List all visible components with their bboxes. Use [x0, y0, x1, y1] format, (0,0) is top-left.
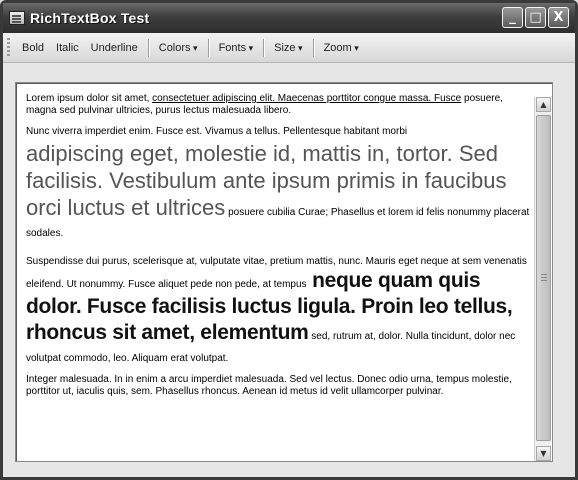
rich-text-content[interactable]: Lorem ipsum dolor sit amet, consectetuer…	[26, 93, 531, 457]
toolbar: Bold Italic Underline Colors Fonts Size …	[3, 33, 575, 63]
close-button[interactable]: X	[548, 7, 569, 28]
rich-text-box[interactable]: Lorem ipsum dolor sit amet, consectetuer…	[15, 82, 553, 462]
p1-text: Lorem ipsum dolor sit amet,	[26, 93, 153, 104]
toolbar-separator	[207, 38, 209, 57]
toolbar-grip[interactable]	[7, 37, 10, 58]
p2-small-intro: Nunc viverra imperdiet enim. Fusce est. …	[26, 126, 408, 137]
vertical-scrollbar[interactable]: ▲ ▼	[534, 97, 551, 461]
window-title: RichTextBox Test	[30, 10, 150, 26]
colors-dropdown[interactable]: Colors	[153, 42, 204, 54]
fonts-dropdown[interactable]: Fonts	[213, 42, 260, 54]
scroll-down-arrow-icon[interactable]: ▼	[536, 446, 551, 461]
paragraph-4: Integer malesuada. In in enim a arcu imp…	[26, 374, 531, 398]
toolbar-separator	[312, 38, 314, 57]
size-dropdown[interactable]: Size	[268, 42, 308, 54]
p1-underlined-text: consectetuer adipiscing elit. Maecenas p…	[152, 93, 462, 104]
italic-button[interactable]: Italic	[50, 42, 85, 54]
toolbar-separator	[147, 38, 149, 57]
scroll-up-arrow-icon[interactable]: ▲	[536, 97, 551, 112]
main-window: RichTextBox Test _ □ X Bold Italic Under…	[0, 0, 578, 480]
minimize-button[interactable]: _	[502, 7, 523, 28]
toolbar-separator	[263, 38, 265, 57]
thumb-grip-icon	[541, 274, 547, 281]
maximize-button[interactable]: □	[525, 7, 546, 28]
paragraph-1: Lorem ipsum dolor sit amet, consectetuer…	[26, 93, 531, 117]
p4-text: Integer malesuada. In in enim a arcu imp…	[26, 374, 512, 397]
underline-button[interactable]: Underline	[85, 42, 144, 54]
caption-buttons: _ □ X	[502, 7, 569, 28]
scrollbar-thumb[interactable]	[536, 115, 551, 441]
zoom-dropdown[interactable]: Zoom	[318, 42, 365, 54]
paragraph-3: Suspendisse dui purus, scelerisque at, v…	[26, 249, 531, 365]
paragraph-2: Nunc viverra imperdiet enim. Fusce est. …	[26, 126, 531, 240]
bold-button[interactable]: Bold	[16, 42, 50, 54]
app-icon	[9, 11, 25, 25]
title-bar[interactable]: RichTextBox Test _ □ X	[3, 3, 575, 33]
